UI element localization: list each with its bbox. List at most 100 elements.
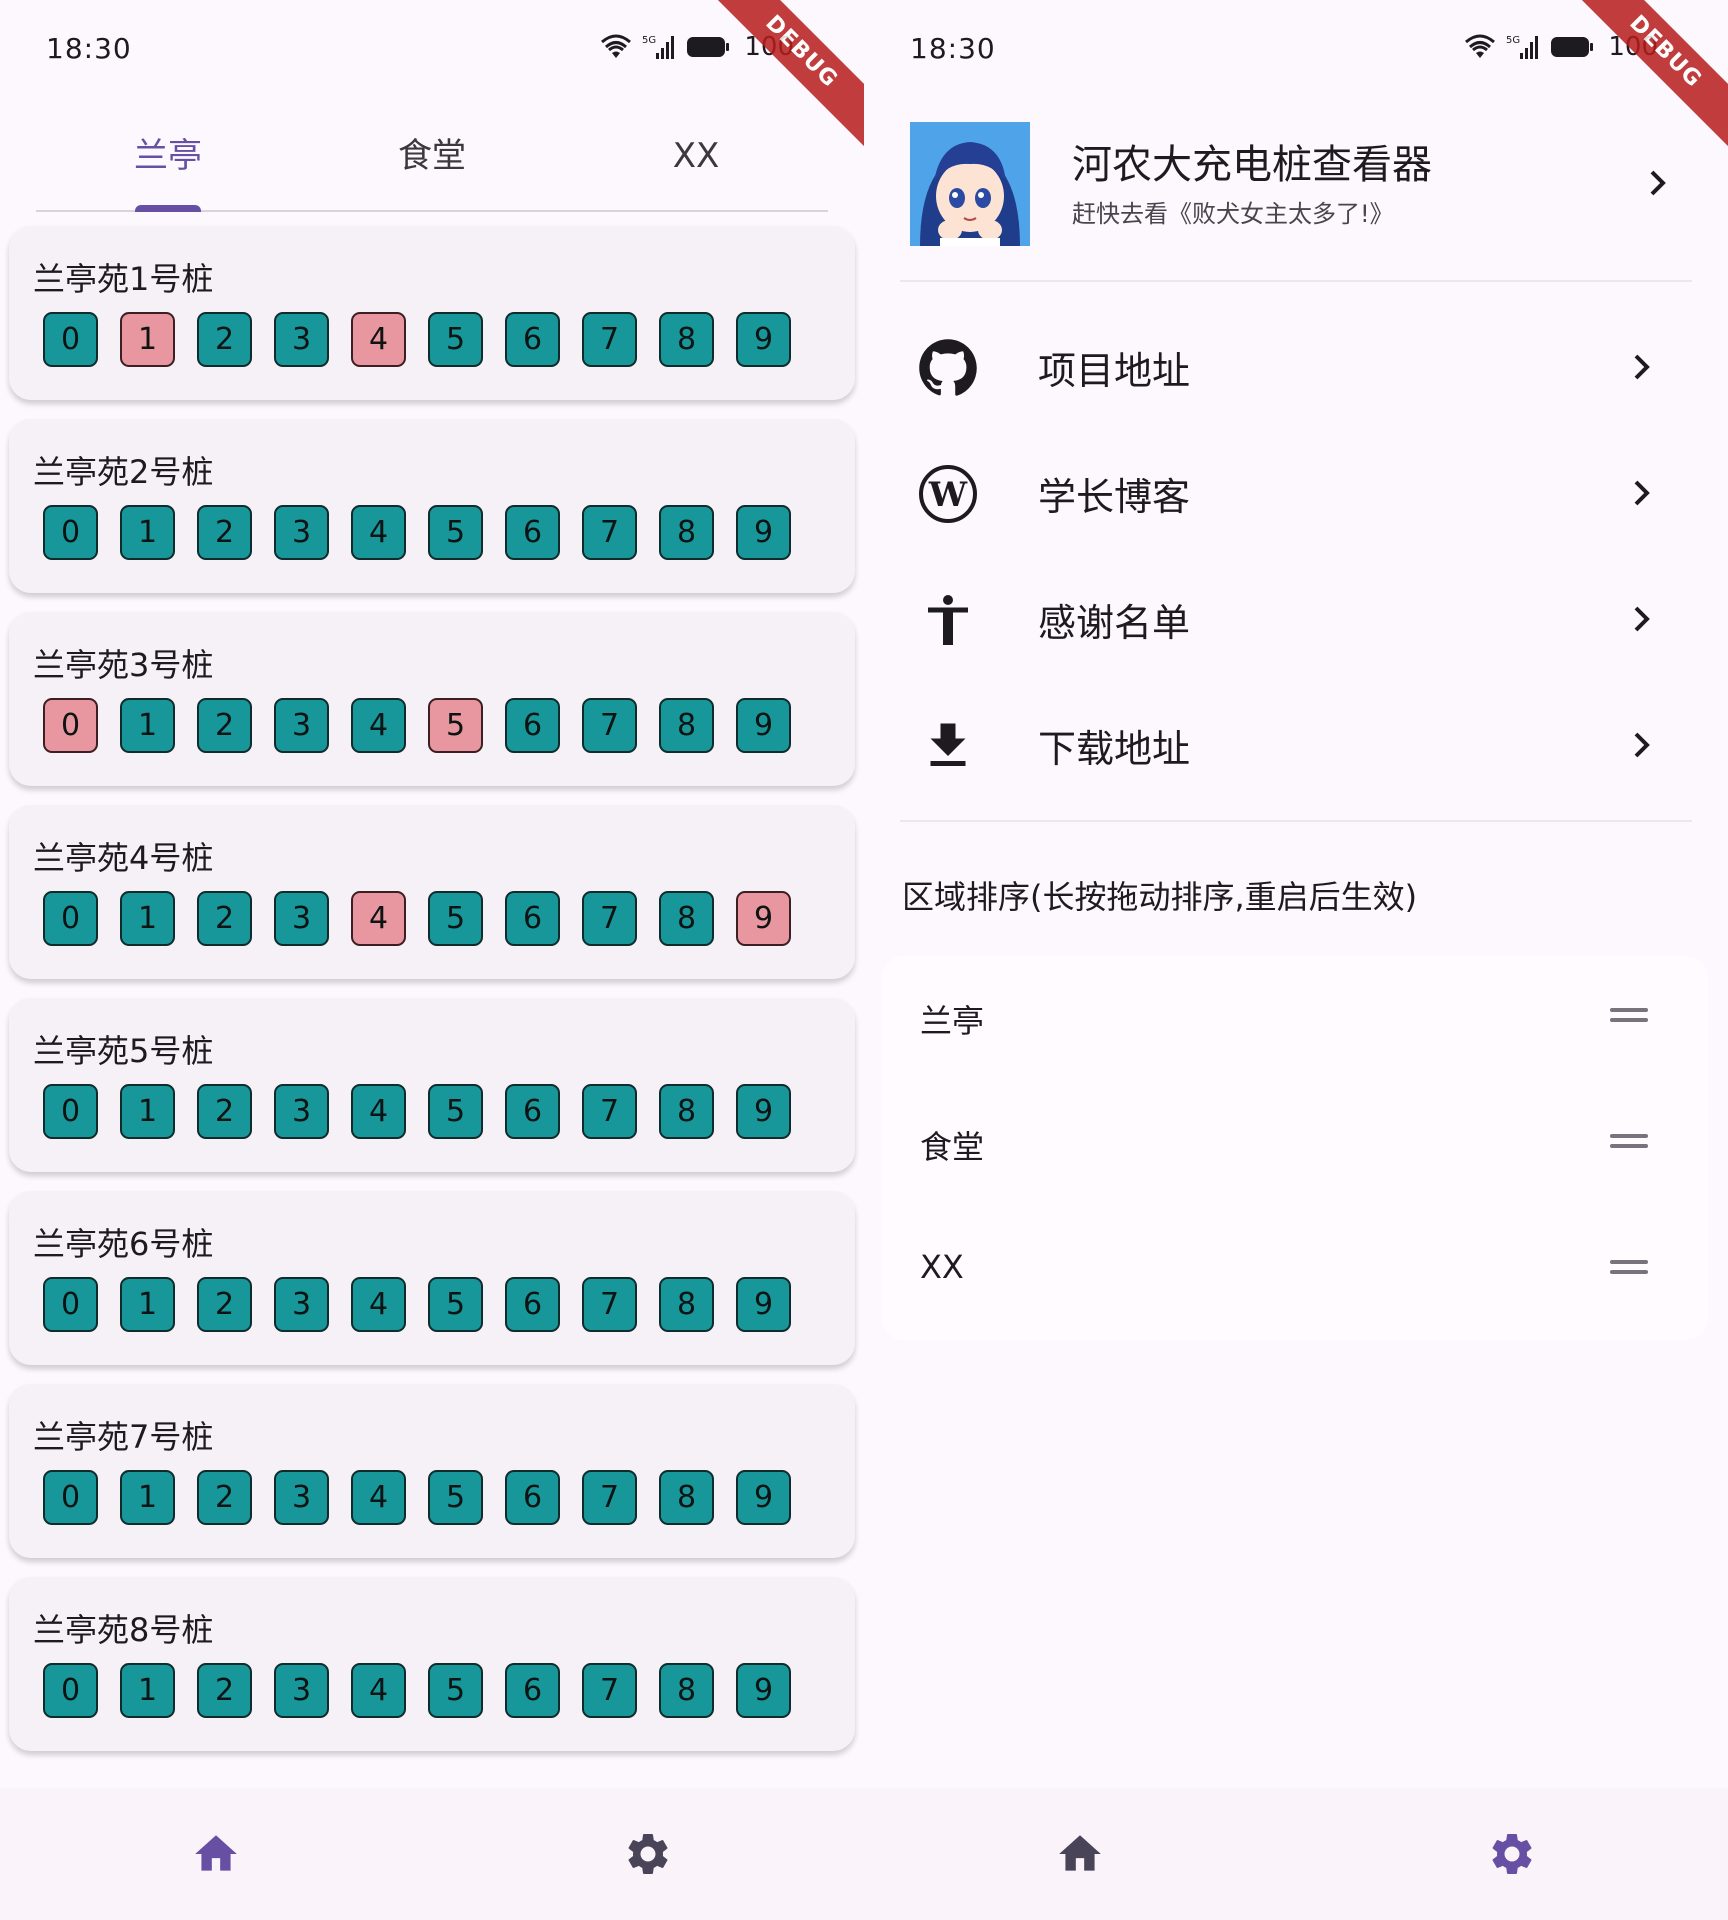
drag-handle-icon[interactable] bbox=[1610, 1134, 1648, 1152]
slot-free[interactable]: 5 bbox=[428, 1277, 483, 1332]
slot-free[interactable]: 4 bbox=[351, 1084, 406, 1139]
menu-thanks-list[interactable]: 感谢名单 bbox=[900, 562, 1692, 672]
slot-free[interactable]: 2 bbox=[197, 1470, 252, 1525]
tab-lanting[interactable]: 兰亭 bbox=[36, 110, 300, 210]
slot-free[interactable]: 9 bbox=[736, 1277, 791, 1332]
slot-free[interactable]: 5 bbox=[428, 312, 483, 367]
slot-free[interactable]: 9 bbox=[736, 1663, 791, 1718]
slot-free[interactable]: 8 bbox=[659, 891, 714, 946]
drag-handle-icon[interactable] bbox=[1610, 1008, 1648, 1026]
slot-free[interactable]: 1 bbox=[120, 1084, 175, 1139]
slot-free[interactable]: 7 bbox=[582, 1084, 637, 1139]
slot-busy[interactable]: 1 bbox=[120, 312, 175, 367]
slot-free[interactable]: 6 bbox=[505, 1663, 560, 1718]
slot-free[interactable]: 5 bbox=[428, 1663, 483, 1718]
slot-free[interactable]: 5 bbox=[428, 1084, 483, 1139]
tab-xx[interactable]: XX bbox=[564, 110, 828, 210]
slot-busy[interactable]: 0 bbox=[43, 698, 98, 753]
slot-free[interactable]: 2 bbox=[197, 1663, 252, 1718]
slot-free[interactable]: 3 bbox=[274, 1470, 329, 1525]
wifi-icon bbox=[601, 34, 632, 58]
slot-free[interactable]: 7 bbox=[582, 698, 637, 753]
slot-free[interactable]: 3 bbox=[274, 1663, 329, 1718]
slot-free[interactable]: 0 bbox=[43, 505, 98, 560]
slot-free[interactable]: 6 bbox=[505, 891, 560, 946]
slot-free[interactable]: 0 bbox=[43, 1277, 98, 1332]
slot-free[interactable]: 0 bbox=[43, 312, 98, 367]
order-item-lanting[interactable]: 兰亭 bbox=[882, 956, 1708, 1082]
slot-free[interactable]: 8 bbox=[659, 505, 714, 560]
slot-free[interactable]: 2 bbox=[197, 505, 252, 560]
slot-free[interactable]: 0 bbox=[43, 1470, 98, 1525]
slot-busy[interactable]: 5 bbox=[428, 698, 483, 753]
slot-free[interactable]: 7 bbox=[582, 891, 637, 946]
slot-free[interactable]: 9 bbox=[736, 698, 791, 753]
slot-free[interactable]: 2 bbox=[197, 891, 252, 946]
slot-free[interactable]: 0 bbox=[43, 891, 98, 946]
slot-free[interactable]: 9 bbox=[736, 1084, 791, 1139]
slot-free[interactable]: 6 bbox=[505, 1084, 560, 1139]
slot-free[interactable]: 2 bbox=[197, 1084, 252, 1139]
slot-free[interactable]: 4 bbox=[351, 698, 406, 753]
pile-list: 兰亭苑1号桩 0 1 2 3 4 5 6 7 8 9 兰亭苑2号桩 0 1 2 3 4 5 6 7 8 9 兰亭苑3号桩 0 1… bbox=[9, 226, 855, 1770]
slot-busy[interactable]: 4 bbox=[351, 312, 406, 367]
slot-free[interactable]: 4 bbox=[351, 1277, 406, 1332]
slot-free[interactable]: 3 bbox=[274, 1084, 329, 1139]
slot-free[interactable]: 7 bbox=[582, 312, 637, 367]
slot-free[interactable]: 7 bbox=[582, 1277, 637, 1332]
nav-settings[interactable] bbox=[1296, 1788, 1728, 1920]
slot-free[interactable]: 8 bbox=[659, 1277, 714, 1332]
slot-free[interactable]: 0 bbox=[43, 1663, 98, 1718]
slot-free[interactable]: 8 bbox=[659, 1084, 714, 1139]
slot-free[interactable]: 4 bbox=[351, 505, 406, 560]
slot-free[interactable]: 9 bbox=[736, 1470, 791, 1525]
slot-free[interactable]: 2 bbox=[197, 312, 252, 367]
slot-free[interactable]: 5 bbox=[428, 891, 483, 946]
nav-settings[interactable] bbox=[432, 1788, 864, 1920]
slot-free[interactable]: 6 bbox=[505, 1470, 560, 1525]
slot-free[interactable]: 1 bbox=[120, 1470, 175, 1525]
slot-free[interactable]: 3 bbox=[274, 312, 329, 367]
menu-download-address[interactable]: 下载地址 bbox=[900, 688, 1692, 798]
slot-free[interactable]: 8 bbox=[659, 1470, 714, 1525]
nav-home[interactable] bbox=[0, 1788, 432, 1920]
order-item-xx[interactable]: XX bbox=[882, 1208, 1708, 1334]
slot-busy[interactable]: 4 bbox=[351, 891, 406, 946]
slot-busy[interactable]: 9 bbox=[736, 891, 791, 946]
menu-project-address[interactable]: 项目地址 bbox=[900, 310, 1692, 420]
slot-free[interactable]: 8 bbox=[659, 1663, 714, 1718]
menu-senior-blog[interactable]: W 学长博客 bbox=[900, 436, 1692, 546]
drag-handle-icon[interactable] bbox=[1610, 1260, 1648, 1278]
slot-free[interactable]: 5 bbox=[428, 505, 483, 560]
app-info-row[interactable]: 河农大充电桩查看器 赶快去看《败犬女主太多了!》 bbox=[910, 122, 1700, 250]
slot-free[interactable]: 3 bbox=[274, 1277, 329, 1332]
slot-free[interactable]: 9 bbox=[736, 505, 791, 560]
slot-free[interactable]: 5 bbox=[428, 1470, 483, 1525]
slot-free[interactable]: 8 bbox=[659, 698, 714, 753]
slot-free[interactable]: 1 bbox=[120, 698, 175, 753]
tab-canteen[interactable]: 食堂 bbox=[300, 110, 564, 210]
slot-free[interactable]: 3 bbox=[274, 891, 329, 946]
order-item-canteen[interactable]: 食堂 bbox=[882, 1082, 1708, 1208]
slot-free[interactable]: 1 bbox=[120, 1663, 175, 1718]
slot-free[interactable]: 0 bbox=[43, 1084, 98, 1139]
slot-free[interactable]: 7 bbox=[582, 1663, 637, 1718]
slot-free[interactable]: 3 bbox=[274, 698, 329, 753]
slot-free[interactable]: 4 bbox=[351, 1663, 406, 1718]
slot-free[interactable]: 1 bbox=[120, 891, 175, 946]
slot-free[interactable]: 8 bbox=[659, 312, 714, 367]
nav-home[interactable] bbox=[864, 1788, 1296, 1920]
slot-free[interactable]: 3 bbox=[274, 505, 329, 560]
slot-free[interactable]: 6 bbox=[505, 505, 560, 560]
slot-free[interactable]: 2 bbox=[197, 1277, 252, 1332]
slot-free[interactable]: 6 bbox=[505, 1277, 560, 1332]
slot-free[interactable]: 1 bbox=[120, 505, 175, 560]
slot-free[interactable]: 9 bbox=[736, 312, 791, 367]
slot-free[interactable]: 7 bbox=[582, 1470, 637, 1525]
slot-free[interactable]: 2 bbox=[197, 698, 252, 753]
slot-free[interactable]: 1 bbox=[120, 1277, 175, 1332]
slot-free[interactable]: 6 bbox=[505, 698, 560, 753]
slot-free[interactable]: 4 bbox=[351, 1470, 406, 1525]
slot-free[interactable]: 6 bbox=[505, 312, 560, 367]
slot-free[interactable]: 7 bbox=[582, 505, 637, 560]
